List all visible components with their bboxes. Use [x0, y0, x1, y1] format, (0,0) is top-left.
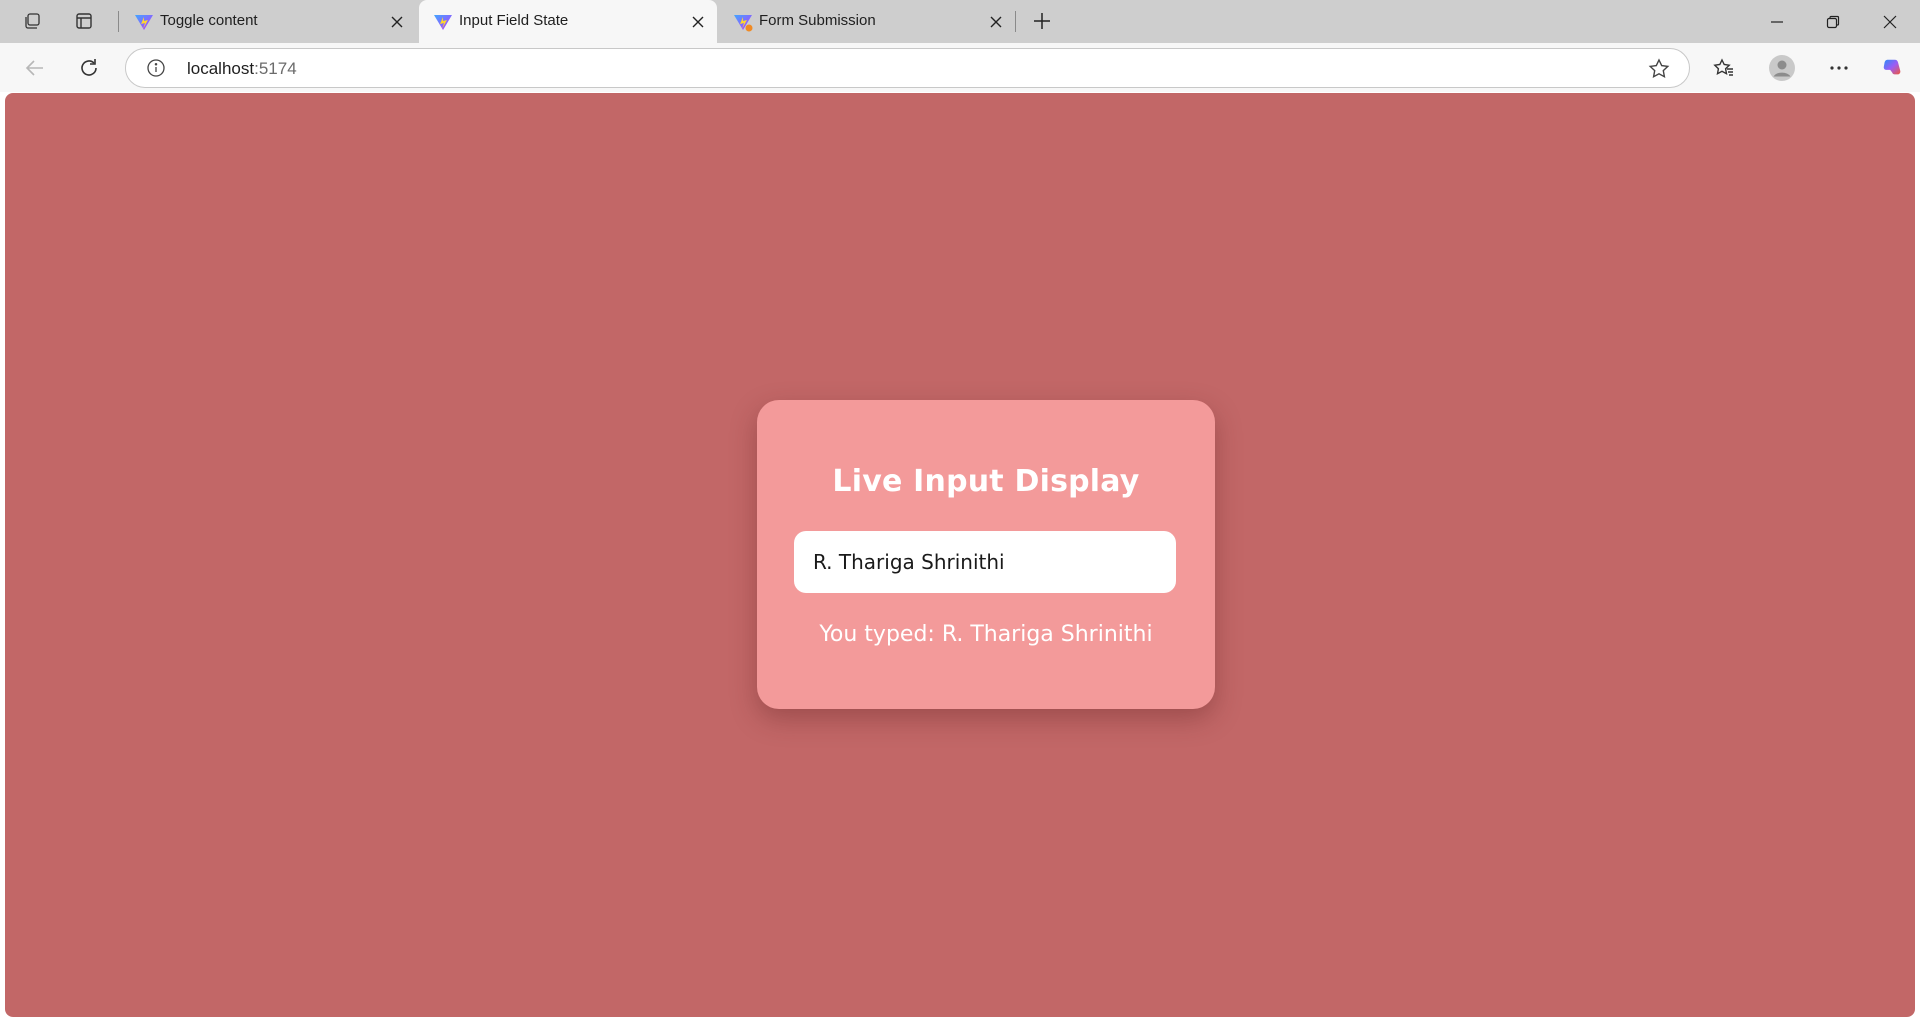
url-text[interactable]: localhost:5174 [187, 59, 297, 79]
name-input[interactable] [794, 531, 1176, 593]
profile-button[interactable] [1764, 51, 1800, 85]
tab-actions-icon[interactable] [66, 6, 102, 36]
restore-button[interactable] [1805, 0, 1861, 43]
star-icon[interactable] [1647, 57, 1671, 81]
restore-icon [1826, 15, 1840, 28]
close-icon[interactable] [985, 11, 1007, 33]
profile-icon [1769, 55, 1795, 81]
browser-toolbar: localhost:5174 [0, 43, 1920, 92]
vite-favicon-icon [135, 15, 153, 30]
tab-toggle-content[interactable]: Toggle content [120, 0, 416, 43]
copilot-icon [1883, 59, 1901, 75]
favorites-button[interactable] [1706, 51, 1742, 85]
tab-title: Form Submission [759, 12, 876, 29]
typed-value: R. Thariga Shrinithi [941, 622, 1153, 647]
minimize-button[interactable] [1749, 0, 1805, 43]
url-host: localhost [187, 59, 255, 78]
page-viewport: Live Input Display You typed: R. Thariga… [5, 93, 1915, 1017]
address-bar[interactable]: localhost:5174 [125, 48, 1690, 88]
tab-form-submission[interactable]: Form Submission [719, 0, 1015, 43]
typed-prefix: You typed: [819, 622, 942, 647]
favorites-icon [1713, 58, 1733, 76]
plus-icon [1034, 13, 1050, 29]
minimize-icon [1771, 20, 1783, 23]
tab-title: Toggle content [160, 12, 258, 29]
back-button[interactable] [17, 51, 53, 85]
close-icon[interactable] [687, 11, 709, 33]
card-title: Live Input Display [832, 464, 1140, 499]
url-port: :5174 [254, 59, 297, 78]
input-card: Live Input Display You typed: R. Thariga… [757, 400, 1215, 709]
more-button[interactable] [1821, 51, 1857, 85]
refresh-icon [81, 59, 97, 76]
workspaces-icon[interactable] [14, 6, 50, 36]
vite-favicon-icon [434, 15, 452, 30]
info-icon[interactable] [146, 58, 166, 78]
window-close-icon [1883, 15, 1897, 28]
window-close-button[interactable] [1862, 0, 1918, 43]
back-arrow-icon [25, 60, 43, 76]
tab-divider [118, 11, 119, 32]
typed-output: You typed: R. Thariga Shrinithi [757, 622, 1215, 647]
tab-input-field-state[interactable]: Input Field State [419, 0, 717, 43]
more-icon [1830, 66, 1848, 70]
new-tab-button[interactable] [1024, 6, 1060, 36]
refresh-button[interactable] [71, 51, 107, 85]
close-icon[interactable] [386, 11, 408, 33]
tab-strip: Toggle content Input Field State Form Su… [0, 0, 1920, 43]
tab-title: Input Field State [459, 12, 569, 29]
vite-favicon-icon [734, 15, 753, 32]
tab-divider [1015, 11, 1016, 32]
copilot-button[interactable] [1874, 51, 1910, 85]
